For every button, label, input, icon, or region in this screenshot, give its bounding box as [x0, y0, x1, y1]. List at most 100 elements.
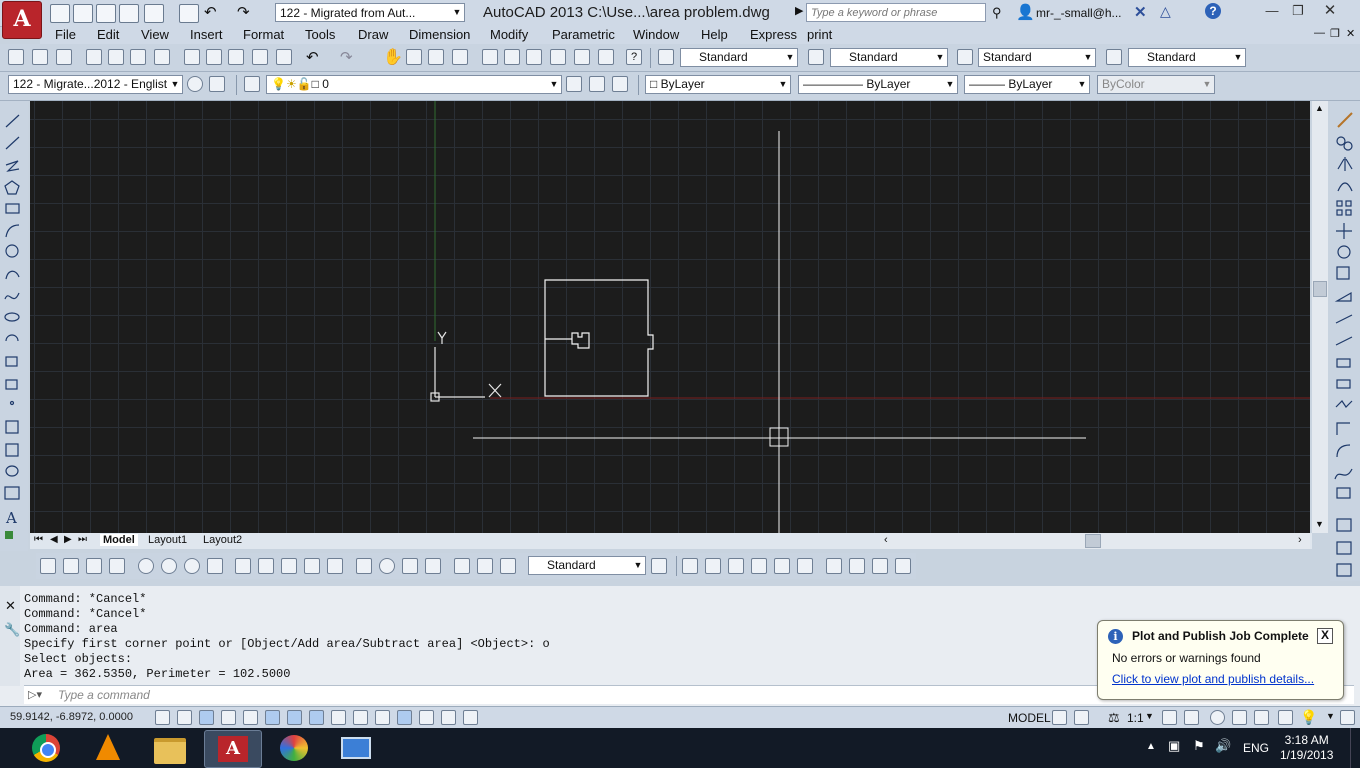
horizontal-scrollbar[interactable]: ‹ ›: [880, 533, 1310, 549]
menu-window[interactable]: Window: [633, 27, 679, 42]
annotation-scale[interactable]: 1:1: [1127, 711, 1144, 725]
diameter-dim-icon[interactable]: [184, 558, 200, 574]
workspace-switching-icon[interactable]: [1210, 710, 1225, 725]
scroll-up-icon[interactable]: ▲: [1315, 103, 1324, 113]
object-snap-tracking-icon[interactable]: [309, 710, 324, 725]
jogged-dim-icon[interactable]: [161, 558, 177, 574]
center-mark-icon[interactable]: [379, 558, 395, 574]
aligned-dim-icon[interactable]: [63, 558, 79, 574]
exchange-icon[interactable]: ✕: [1134, 3, 1147, 21]
command-prompt-icon[interactable]: ▷▾: [28, 688, 42, 701]
undo-icon[interactable]: ↶: [306, 48, 319, 66]
close-button[interactable]: ✕: [1318, 2, 1342, 20]
menu-file[interactable]: File: [55, 27, 76, 42]
layer-tool-6-icon[interactable]: [797, 558, 813, 574]
autodesk-online-icon[interactable]: △: [1160, 3, 1171, 20]
copy-icon[interactable]: [206, 49, 222, 65]
doc-restore-icon[interactable]: ❐: [1330, 27, 1340, 40]
menu-help[interactable]: Help: [701, 27, 728, 42]
application-menu-button[interactable]: A: [2, 1, 42, 39]
transparency-icon[interactable]: [397, 710, 412, 725]
layer-tool-2-icon[interactable]: [705, 558, 721, 574]
layer-previous-icon[interactable]: [589, 76, 605, 92]
system-clock[interactable]: 3:18 AM 1/19/2013: [1280, 733, 1333, 763]
annotation-monitor-icon[interactable]: [463, 710, 478, 725]
match-properties-icon[interactable]: [252, 49, 268, 65]
dim-space-icon[interactable]: [304, 558, 320, 574]
explorer-taskbar-button[interactable]: [142, 730, 198, 766]
dim-style-icon[interactable]: [808, 49, 824, 65]
user-icon[interactable]: 👤: [1016, 3, 1035, 21]
plot-icon[interactable]: [86, 49, 102, 65]
quick-view-drawings-icon[interactable]: [1074, 710, 1089, 725]
quick-calc-icon[interactable]: [598, 49, 614, 65]
continue-dim-icon[interactable]: [281, 558, 297, 574]
tab-layout1[interactable]: Layout1: [148, 534, 187, 546]
print-icon[interactable]: [179, 4, 199, 23]
restore-button[interactable]: ❐: [1286, 2, 1310, 20]
vertical-scrollbar[interactable]: ▲ ▼: [1312, 101, 1328, 533]
text-style-select[interactable]: Standard ▼: [680, 48, 798, 67]
first-tab-icon[interactable]: ⏮: [34, 534, 43, 545]
plot-status-icon[interactable]: [1278, 710, 1293, 725]
dim-update-icon[interactable]: [500, 558, 516, 574]
wrench-icon[interactable]: 🔧: [4, 622, 20, 638]
inspection-icon[interactable]: [402, 558, 418, 574]
jogged-linear-icon[interactable]: [425, 558, 441, 574]
3d-osnap-icon[interactable]: [287, 710, 302, 725]
polar-tracking-icon[interactable]: [243, 710, 258, 725]
publish-icon[interactable]: [130, 49, 146, 65]
menu-modify[interactable]: Modify: [490, 27, 528, 42]
menu-tools[interactable]: Tools: [305, 27, 335, 42]
menu-format[interactable]: Format: [243, 27, 284, 42]
ortho-mode-icon[interactable]: [221, 710, 236, 725]
quick-properties-icon[interactable]: [419, 710, 434, 725]
grid-display-icon[interactable]: [199, 710, 214, 725]
save-icon[interactable]: [56, 49, 72, 65]
close-icon[interactable]: ✕: [5, 598, 16, 614]
next-tab-icon[interactable]: ▶: [64, 534, 72, 545]
show-hidden-icons[interactable]: ▲: [1146, 741, 1156, 752]
menu-parametric[interactable]: Parametric: [552, 27, 615, 42]
sheet-set-icon[interactable]: [550, 49, 566, 65]
selection-cycling-icon[interactable]: [441, 710, 456, 725]
vertical-scroll-thumb[interactable]: [1313, 281, 1327, 297]
dim-text-edit-icon[interactable]: [477, 558, 493, 574]
design-center-icon[interactable]: [504, 49, 520, 65]
paste-icon[interactable]: [228, 49, 244, 65]
clean-screen-icon[interactable]: [1340, 710, 1355, 725]
zoom-realtime-icon[interactable]: [406, 49, 422, 65]
help-icon[interactable]: ?: [1205, 3, 1221, 19]
mleader-style-select[interactable]: Standard ▼: [1128, 48, 1246, 67]
plot-preview-icon[interactable]: [108, 49, 124, 65]
ordinate-dim-icon[interactable]: [109, 558, 125, 574]
text-style-icon[interactable]: [658, 49, 674, 65]
tolerance-icon[interactable]: [356, 558, 372, 574]
horizontal-scroll-thumb[interactable]: [1085, 534, 1101, 548]
layer-unlock-icon[interactable]: [895, 558, 911, 574]
show-desktop-button[interactable]: [1350, 728, 1360, 768]
angular-dim-icon[interactable]: [207, 558, 223, 574]
plot-details-link[interactable]: Click to view plot and publish details..…: [1112, 672, 1314, 686]
open-icon[interactable]: [32, 49, 48, 65]
table-style-select[interactable]: Standard ▼: [978, 48, 1096, 67]
infer-constraints-icon[interactable]: [155, 710, 170, 725]
lineweight-select[interactable]: ——— ByLayer ▼: [964, 75, 1090, 94]
layer-tool-1-icon[interactable]: [682, 558, 698, 574]
hardware-acceleration-icon[interactable]: [1254, 710, 1269, 725]
expand-icon[interactable]: ▶: [795, 4, 803, 17]
zoom-previous-icon[interactable]: [452, 49, 468, 65]
annotation-scale-icon[interactable]: ⚖: [1108, 710, 1120, 726]
scroll-right-icon[interactable]: ›: [1298, 534, 1302, 546]
cursor-coordinates[interactable]: 59.9142, -6.8972, 0.0000: [10, 711, 133, 723]
menu-express[interactable]: Express: [750, 27, 797, 42]
binoculars-icon[interactable]: ⚲: [992, 5, 1002, 21]
annotation-visibility-icon[interactable]: [1162, 710, 1177, 725]
workspace-settings-icon[interactable]: [187, 76, 203, 92]
menu-draw[interactable]: Draw: [358, 27, 388, 42]
layer-tool-5-icon[interactable]: [774, 558, 790, 574]
properties-icon[interactable]: [482, 49, 498, 65]
autocad-taskbar-button[interactable]: A: [204, 730, 262, 768]
object-snap-icon[interactable]: [265, 710, 280, 725]
scroll-down-icon[interactable]: ▼: [1315, 519, 1324, 529]
